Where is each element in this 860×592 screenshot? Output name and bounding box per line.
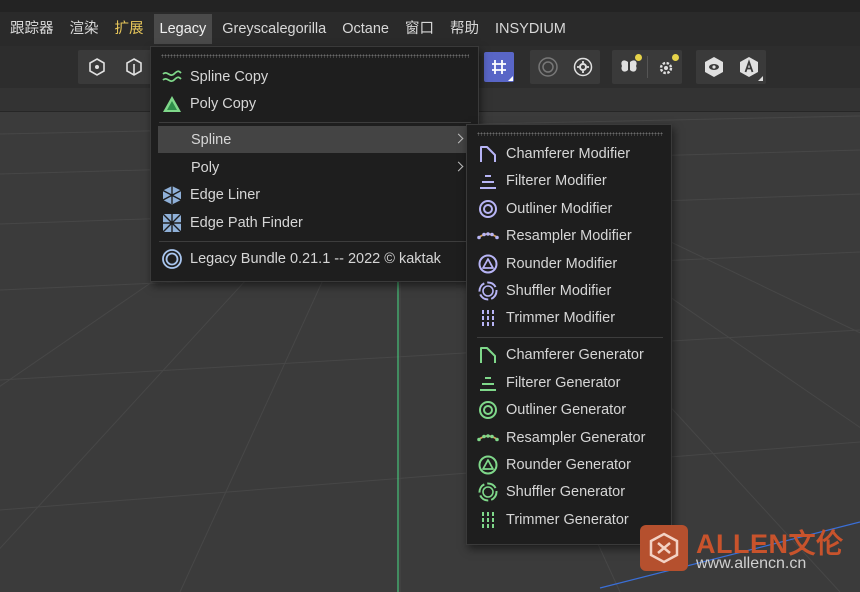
legacy-bundle-icon xyxy=(161,248,183,270)
snap-grid-icon[interactable] xyxy=(484,52,514,82)
chamferer-icon xyxy=(477,344,499,366)
menu-item-label: Trimmer Generator xyxy=(506,511,629,528)
menu-tracker[interactable]: 跟踪器 xyxy=(4,14,60,44)
menu-divider xyxy=(477,337,663,338)
submenu-arrow-icon xyxy=(453,133,464,144)
submenu-item-outliner-generator[interactable]: Outliner Generator xyxy=(467,396,671,423)
watermark: ALLEN文伦 www.allencn.cn xyxy=(640,520,855,580)
menu-item-spline[interactable]: Spline xyxy=(158,126,474,153)
submenu-item-chamferer-generator[interactable]: Chamferer Generator xyxy=(467,341,671,368)
submenu-item-outliner-modifier[interactable]: Outliner Modifier xyxy=(467,195,671,222)
submenu-item-rounder-modifier[interactable]: Rounder Modifier xyxy=(467,250,671,277)
tearoff-handle[interactable] xyxy=(161,54,469,58)
trimmer-icon xyxy=(477,509,499,531)
menu-item-label: Poly xyxy=(191,159,220,176)
target-icon[interactable] xyxy=(533,52,563,82)
trimmer-icon xyxy=(477,307,499,329)
toolbar-group-snap xyxy=(480,50,518,84)
submenu-arrow-icon xyxy=(453,161,464,172)
menu-item-edge-liner[interactable]: Edge Liner xyxy=(151,181,478,208)
menu-item-label: Shuffler Generator xyxy=(506,483,626,500)
menu-legacy[interactable]: Legacy xyxy=(153,14,213,44)
outliner-icon xyxy=(477,198,499,220)
menu-item-label: Edge Liner xyxy=(190,186,261,203)
menu-divider xyxy=(159,241,471,242)
submenu-item-resampler-generator[interactable]: Resampler Generator xyxy=(467,424,671,451)
menu-greyscalegorilla[interactable]: Greyscalegorilla xyxy=(216,14,332,44)
window-top-strip xyxy=(0,0,860,12)
toolbar-separator xyxy=(646,56,648,78)
menu-item-label: Outliner Modifier xyxy=(506,200,613,217)
menu-insydium[interactable]: INSYDIUM xyxy=(489,14,572,44)
toolbar-group-view xyxy=(696,50,766,84)
menu-divider xyxy=(159,122,471,123)
submenu-item-filterer-modifier[interactable]: Filterer Modifier xyxy=(467,167,671,194)
submenu-item-trimmer-modifier[interactable]: Trimmer Modifier xyxy=(467,304,671,331)
toolbar-group-render xyxy=(530,50,600,84)
rounder-icon xyxy=(477,454,499,476)
butterfly-icon[interactable] xyxy=(614,52,644,82)
edge-path-finder-icon xyxy=(161,212,183,234)
shuffler-icon xyxy=(477,481,499,503)
filterer-icon xyxy=(477,372,499,394)
point-mode-icon[interactable] xyxy=(82,52,112,82)
gear-icon[interactable] xyxy=(568,52,598,82)
menu-octane[interactable]: Octane xyxy=(336,14,395,44)
submenu-item-resampler-modifier[interactable]: Resampler Modifier xyxy=(467,222,671,249)
menu-item-label: Spline Copy xyxy=(190,68,269,85)
tearoff-handle[interactable] xyxy=(477,132,663,136)
menu-item-edge-path-finder[interactable]: Edge Path Finder xyxy=(151,209,478,236)
outliner-icon xyxy=(477,399,499,421)
menu-bar: 跟踪器 渲染 扩展 Legacy Greyscalegorilla Octane… xyxy=(0,12,860,46)
edge-mode-icon[interactable] xyxy=(119,52,149,82)
poly-copy-icon xyxy=(161,93,183,115)
menu-item-label: Resampler Generator xyxy=(506,429,646,446)
menu-item-label: Filterer Generator xyxy=(506,374,621,391)
text-hex-icon[interactable] xyxy=(734,52,764,82)
submenu-item-rounder-generator[interactable]: Rounder Generator xyxy=(467,451,671,478)
menu-item-label: Chamferer Modifier xyxy=(506,145,631,162)
watermark-logo-icon xyxy=(640,525,688,571)
menu-item-label: Legacy Bundle 0.21.1 -- 2022 © kaktak xyxy=(190,250,441,267)
menu-item-label: Shuffler Modifier xyxy=(506,282,612,299)
menu-item-label: Edge Path Finder xyxy=(190,214,303,231)
settings-gear-icon[interactable] xyxy=(651,52,681,82)
spline-submenu: Chamferer Modifier Filterer Modifier Out… xyxy=(466,124,672,545)
menu-item-legacy-bundle-about[interactable]: Legacy Bundle 0.21.1 -- 2022 © kaktak xyxy=(151,245,478,272)
menu-item-label: Rounder Modifier xyxy=(506,255,618,272)
resampler-icon xyxy=(477,427,499,449)
menu-item-label: Filterer Modifier xyxy=(506,172,607,189)
menu-item-label: Outliner Generator xyxy=(506,401,627,418)
toolbar-group-tools xyxy=(612,50,682,84)
rounder-icon xyxy=(477,253,499,275)
menu-item-label: Trimmer Modifier xyxy=(506,309,616,326)
spline-copy-icon xyxy=(161,66,183,88)
submenu-item-chamferer-modifier[interactable]: Chamferer Modifier xyxy=(467,140,671,167)
menu-item-poly[interactable]: Poly xyxy=(158,154,474,181)
menu-item-label: Spline xyxy=(191,131,232,148)
toolbar-group-selection xyxy=(78,50,152,84)
menu-extensions[interactable]: 扩展 xyxy=(109,14,150,44)
menu-window[interactable]: 窗口 xyxy=(399,14,440,44)
submenu-item-filterer-generator[interactable]: Filterer Generator xyxy=(467,369,671,396)
eye-hex-icon[interactable] xyxy=(699,52,729,82)
submenu-item-shuffler-modifier[interactable]: Shuffler Modifier xyxy=(467,277,671,304)
menu-item-label: Chamferer Generator xyxy=(506,346,644,363)
watermark-url: www.allencn.cn xyxy=(696,555,807,572)
menu-item-poly-copy[interactable]: Poly Copy xyxy=(151,90,478,117)
legacy-dropdown-menu: Spline Copy Poly Copy Spline Poly Edge L… xyxy=(150,46,479,282)
shuffler-icon xyxy=(477,280,499,302)
edge-liner-icon xyxy=(161,184,183,206)
resampler-icon xyxy=(477,225,499,247)
menu-item-label: Rounder Generator xyxy=(506,456,631,473)
menu-render[interactable]: 渲染 xyxy=(64,14,105,44)
menu-item-label: Poly Copy xyxy=(190,95,257,112)
chamferer-icon xyxy=(477,143,499,165)
menu-item-spline-copy[interactable]: Spline Copy xyxy=(151,63,478,90)
menu-help[interactable]: 帮助 xyxy=(444,14,485,44)
filterer-icon xyxy=(477,170,499,192)
submenu-item-shuffler-generator[interactable]: Shuffler Generator xyxy=(467,478,671,505)
menu-item-label: Resampler Modifier xyxy=(506,227,632,244)
